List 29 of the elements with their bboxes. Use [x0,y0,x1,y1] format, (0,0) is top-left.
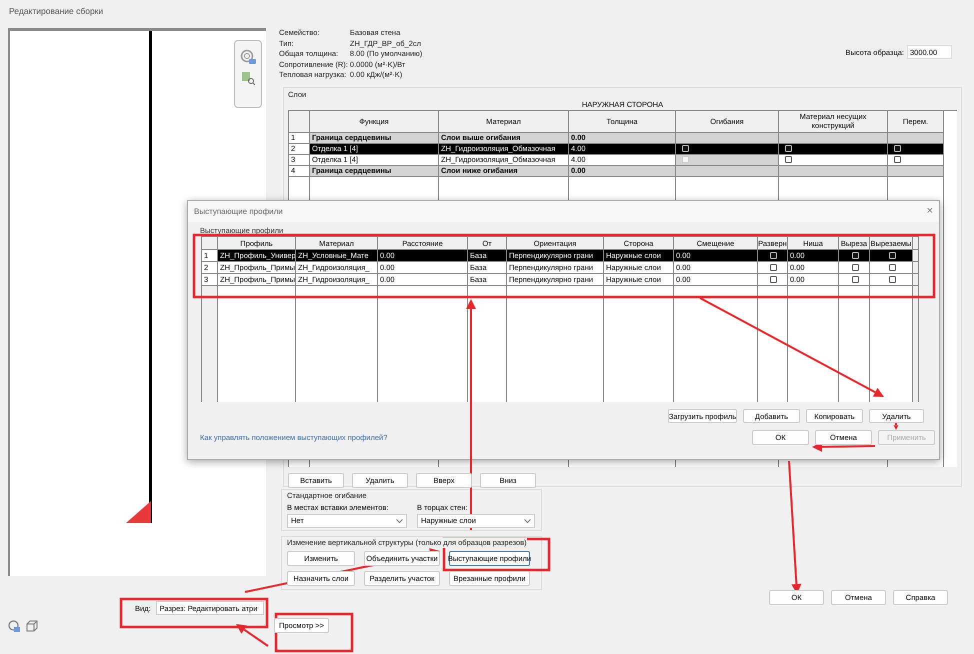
checkbox[interactable] [852,276,858,283]
checkbox[interactable] [894,145,901,152]
checkbox[interactable] [785,145,792,152]
checkbox[interactable] [770,276,777,283]
annotation-arrow [236,624,269,647]
checkbox[interactable] [682,145,689,152]
checkbox[interactable] [852,264,858,271]
checkbox[interactable] [770,264,777,271]
zoom-2d-icon[interactable] [8,620,20,632]
scrollbar[interactable] [913,262,919,274]
navigation-bar[interactable] [234,40,262,108]
checkbox[interactable] [888,264,896,271]
checkbox[interactable] [888,276,896,283]
chevron-icon [396,518,403,522]
cube-icon[interactable] [26,620,38,632]
checkbox[interactable] [888,252,896,259]
scrollbar[interactable] [913,274,919,286]
annotation-arrow [894,422,898,430]
scrollbar[interactable] [913,250,919,262]
zoom-2d-icon[interactable] [240,49,256,65]
checkbox[interactable] [770,252,777,259]
checkbox[interactable] [785,156,792,163]
zoom-region-icon[interactable] [241,71,255,85]
chevron-icon [524,518,531,522]
window-title: Редактирование сборки [9,6,104,16]
close-button[interactable]: × [926,206,933,217]
checkbox[interactable] [894,156,901,163]
checkbox[interactable] [852,252,858,259]
dialog-title: Выступающие профили [194,207,283,216]
